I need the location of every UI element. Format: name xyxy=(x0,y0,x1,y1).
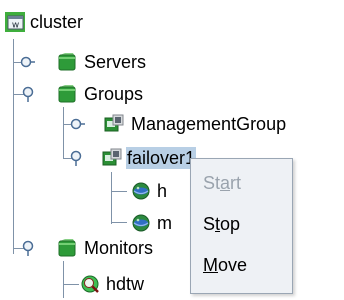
tree-node-cluster[interactable]: cluster xyxy=(30,11,83,33)
group-icon[interactable] xyxy=(103,113,125,135)
expanded-handle-icon[interactable] xyxy=(68,150,84,166)
collapsed-handle-icon[interactable] xyxy=(20,54,36,70)
tree-node-groups[interactable]: Groups xyxy=(84,83,143,105)
tree-line xyxy=(111,191,127,192)
tree-node-failover1[interactable]: failover1 xyxy=(126,147,197,169)
expanded-handle-icon[interactable] xyxy=(20,240,36,256)
context-menu[interactable]: Start Stop Move xyxy=(190,158,293,294)
expanded-handle-icon[interactable] xyxy=(20,86,36,102)
tree-line xyxy=(111,172,112,224)
cluster-icon[interactable]: w xyxy=(4,11,26,33)
tree-node-management-group[interactable]: ManagementGroup xyxy=(131,113,286,135)
resource-icon[interactable] xyxy=(130,180,152,202)
tree-line xyxy=(111,222,127,223)
folder-icon[interactable] xyxy=(56,83,78,105)
monitor-icon[interactable] xyxy=(79,273,101,295)
tree-node-monitors[interactable]: Monitors xyxy=(84,237,153,259)
tree-line xyxy=(63,107,64,159)
menu-item-stop[interactable]: Stop xyxy=(203,213,240,235)
tree-node-resource-h[interactable]: h xyxy=(157,180,167,202)
collapsed-handle-icon[interactable] xyxy=(70,116,86,132)
tree-node-monitor-hdtw[interactable]: hdtw xyxy=(106,273,144,295)
folder-icon[interactable] xyxy=(56,237,78,259)
svg-text:w: w xyxy=(12,21,19,31)
tree-line xyxy=(63,284,79,285)
tree-node-servers[interactable]: Servers xyxy=(84,51,146,73)
group-icon[interactable] xyxy=(101,147,123,169)
folder-icon[interactable] xyxy=(56,51,78,73)
menu-item-start[interactable]: Start xyxy=(203,172,241,194)
tree-line xyxy=(63,261,64,298)
resource-icon[interactable] xyxy=(130,212,152,234)
tree-line xyxy=(13,39,14,254)
tree-node-resource-m[interactable]: m xyxy=(157,212,172,234)
menu-item-move[interactable]: Move xyxy=(203,254,247,276)
